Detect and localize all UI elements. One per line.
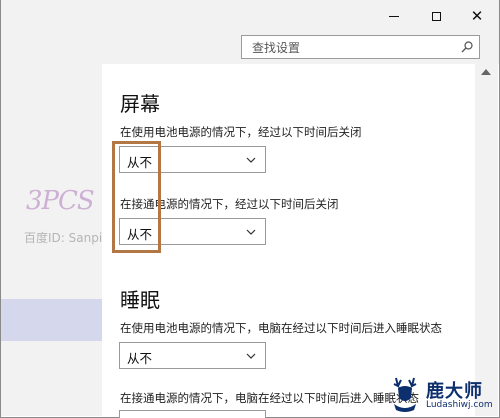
sleep-plugged-dropdown[interactable]: [119, 410, 266, 418]
nav-item-selected[interactable]: [1, 299, 102, 341]
dropdown-value: 从不: [127, 351, 153, 366]
chevron-down-icon: [246, 353, 256, 359]
minimize-button[interactable]: [374, 0, 414, 32]
scrollbar[interactable]: [475, 64, 498, 416]
screen-battery-label: 在使用电池电源的情况下，经过以下时间后关闭: [120, 125, 362, 139]
watermark-logo: 3PCS: [26, 186, 95, 216]
maximize-icon: [431, 11, 441, 21]
search-box[interactable]: [241, 35, 480, 60]
close-icon: ✕: [470, 6, 484, 25]
section-title-screen: 屏幕: [120, 92, 160, 116]
scroll-up-arrow-icon[interactable]: [481, 69, 491, 75]
brand-watermark: 鹿大师 Ludashiwj.com: [386, 374, 496, 416]
search-input[interactable]: [250, 36, 454, 60]
close-button[interactable]: ✕: [457, 0, 497, 32]
maximize-button[interactable]: [416, 0, 456, 32]
section-title-sleep: 睡眠: [120, 288, 160, 312]
chevron-down-icon: [246, 157, 256, 163]
watermark-text: 百度ID: Sanpitt: [24, 231, 112, 245]
sleep-battery-label: 在使用电池电源的情况下，电脑在经过以下时间后进入睡眠状态: [120, 321, 442, 335]
deer-logo-icon: [393, 377, 417, 412]
highlight-box: [112, 141, 161, 253]
sleep-battery-dropdown[interactable]: 从不: [119, 342, 266, 369]
search-icon[interactable]: [461, 41, 473, 53]
chevron-down-icon: [246, 229, 256, 235]
minimize-icon: [389, 15, 399, 17]
sleep-plugged-label: 在接通电源的情况下，电脑在经过以下时间后进入睡眠状态: [120, 391, 419, 405]
brand-url: Ludashiwj.com: [426, 400, 493, 410]
